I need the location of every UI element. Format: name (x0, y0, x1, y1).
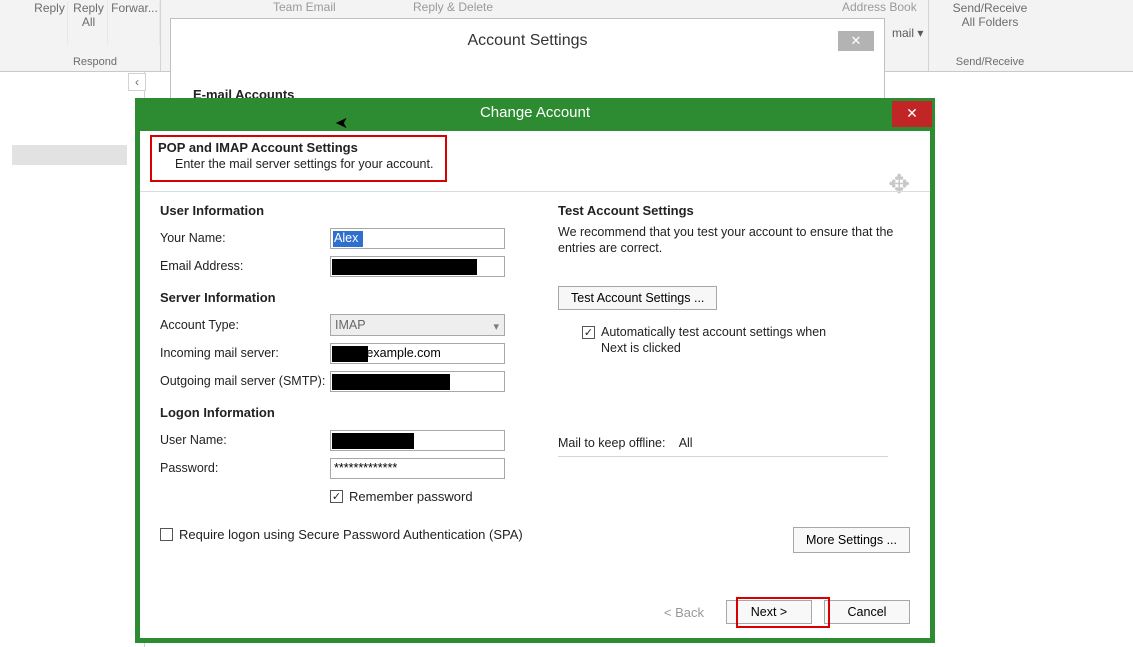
password-input[interactable] (330, 458, 505, 479)
incoming-server-input[interactable] (330, 343, 505, 364)
more-settings-button[interactable]: More Settings ... (793, 527, 910, 553)
auto-test-label: Automatically test account settings when… (601, 324, 851, 356)
remember-password-label: Remember password (349, 489, 473, 504)
ribbon-reply-delete[interactable]: Reply & Delete (413, 0, 493, 14)
back-button[interactable]: < Back (664, 605, 704, 620)
cancel-button[interactable]: Cancel (824, 600, 910, 624)
ribbon-sr-l1: Send/Receive (953, 1, 1028, 15)
label-email: Email Address: (160, 259, 330, 273)
label-your-name: Your Name: (160, 231, 330, 245)
test-settings-description: We recommend that you test your account … (558, 224, 898, 256)
wizard-body: User Information Your Name: Email Addres… (160, 203, 910, 628)
ribbon-address-book[interactable]: Address Book (842, 0, 917, 14)
ribbon-reply-all[interactable]: Reply All (70, 1, 108, 45)
label-account-type: Account Type: (160, 318, 330, 332)
label-password: Password: (160, 461, 330, 475)
ribbon-reply-all-l2: All (82, 15, 95, 29)
ribbon-mail-menu[interactable]: mail ▾ (892, 26, 923, 40)
header-separator (140, 191, 930, 192)
remember-password-checkbox[interactable]: ✓ (330, 490, 343, 503)
mail-offline-value: All (679, 436, 693, 450)
ribbon-group-respond: Respond (60, 56, 130, 68)
collapse-chevron-icon[interactable]: ‹ (128, 73, 146, 91)
ribbon-reply-all-l1: Reply (73, 1, 104, 15)
change-account-title: Change Account (140, 101, 930, 131)
your-name-input[interactable] (330, 228, 505, 249)
change-account-dialog: Change Account ✕ ➤ POP and IMAP Account … (135, 98, 935, 643)
change-account-close-button[interactable]: ✕ (892, 101, 932, 127)
wizard-cursor-graphic-icon: ✥ (888, 169, 910, 200)
section-server-info: Server Information (160, 290, 530, 305)
test-account-settings-button[interactable]: Test Account Settings ... (558, 286, 717, 310)
ribbon-group-sendreceive: Send/Receive (950, 56, 1030, 68)
account-settings-close-button[interactable]: ✕ (838, 31, 874, 51)
account-type-combo[interactable]: IMAP (330, 314, 505, 336)
slider-track[interactable] (558, 456, 888, 457)
sidebar-item[interactable] (12, 145, 127, 165)
ribbon-forward[interactable]: Forwar... (110, 1, 160, 45)
section-logon-info: Logon Information (160, 405, 530, 420)
label-outgoing: Outgoing mail server (SMTP): (160, 374, 330, 388)
require-spa-checkbox[interactable] (160, 528, 173, 541)
wizard-button-row: < Back Next > Cancel (664, 600, 910, 624)
ribbon-team-email[interactable]: Team Email (273, 0, 336, 14)
section-test-settings: Test Account Settings (558, 203, 898, 218)
outgoing-server-input[interactable] (330, 371, 505, 392)
left-column: User Information Your Name: Email Addres… (160, 203, 530, 548)
require-spa-label: Require logon using Secure Password Auth… (179, 527, 523, 542)
label-user-name: User Name: (160, 433, 330, 447)
next-button[interactable]: Next > (726, 600, 812, 624)
label-incoming: Incoming mail server: (160, 346, 330, 360)
account-settings-title: Account Settings (171, 32, 884, 50)
user-name-input[interactable] (330, 430, 505, 451)
wizard-header-subtitle: Enter the mail server settings for your … (175, 155, 930, 171)
right-column: Test Account Settings We recommend that … (558, 203, 898, 457)
email-input[interactable] (330, 256, 505, 277)
section-user-info: User Information (160, 203, 530, 218)
auto-test-checkbox[interactable]: ✓ (582, 326, 595, 339)
mail-offline-label: Mail to keep offline: (558, 436, 665, 450)
wizard-header-panel: POP and IMAP Account Settings Enter the … (140, 131, 930, 191)
ribbon-sr-l2: All Folders (962, 15, 1019, 29)
wizard-header-title: POP and IMAP Account Settings (158, 131, 930, 155)
ribbon-reply[interactable]: Reply (32, 1, 68, 45)
ribbon-send-receive-all[interactable]: Send/Receive All Folders (945, 1, 1035, 45)
mouse-cursor-icon: ➤ (335, 113, 348, 133)
